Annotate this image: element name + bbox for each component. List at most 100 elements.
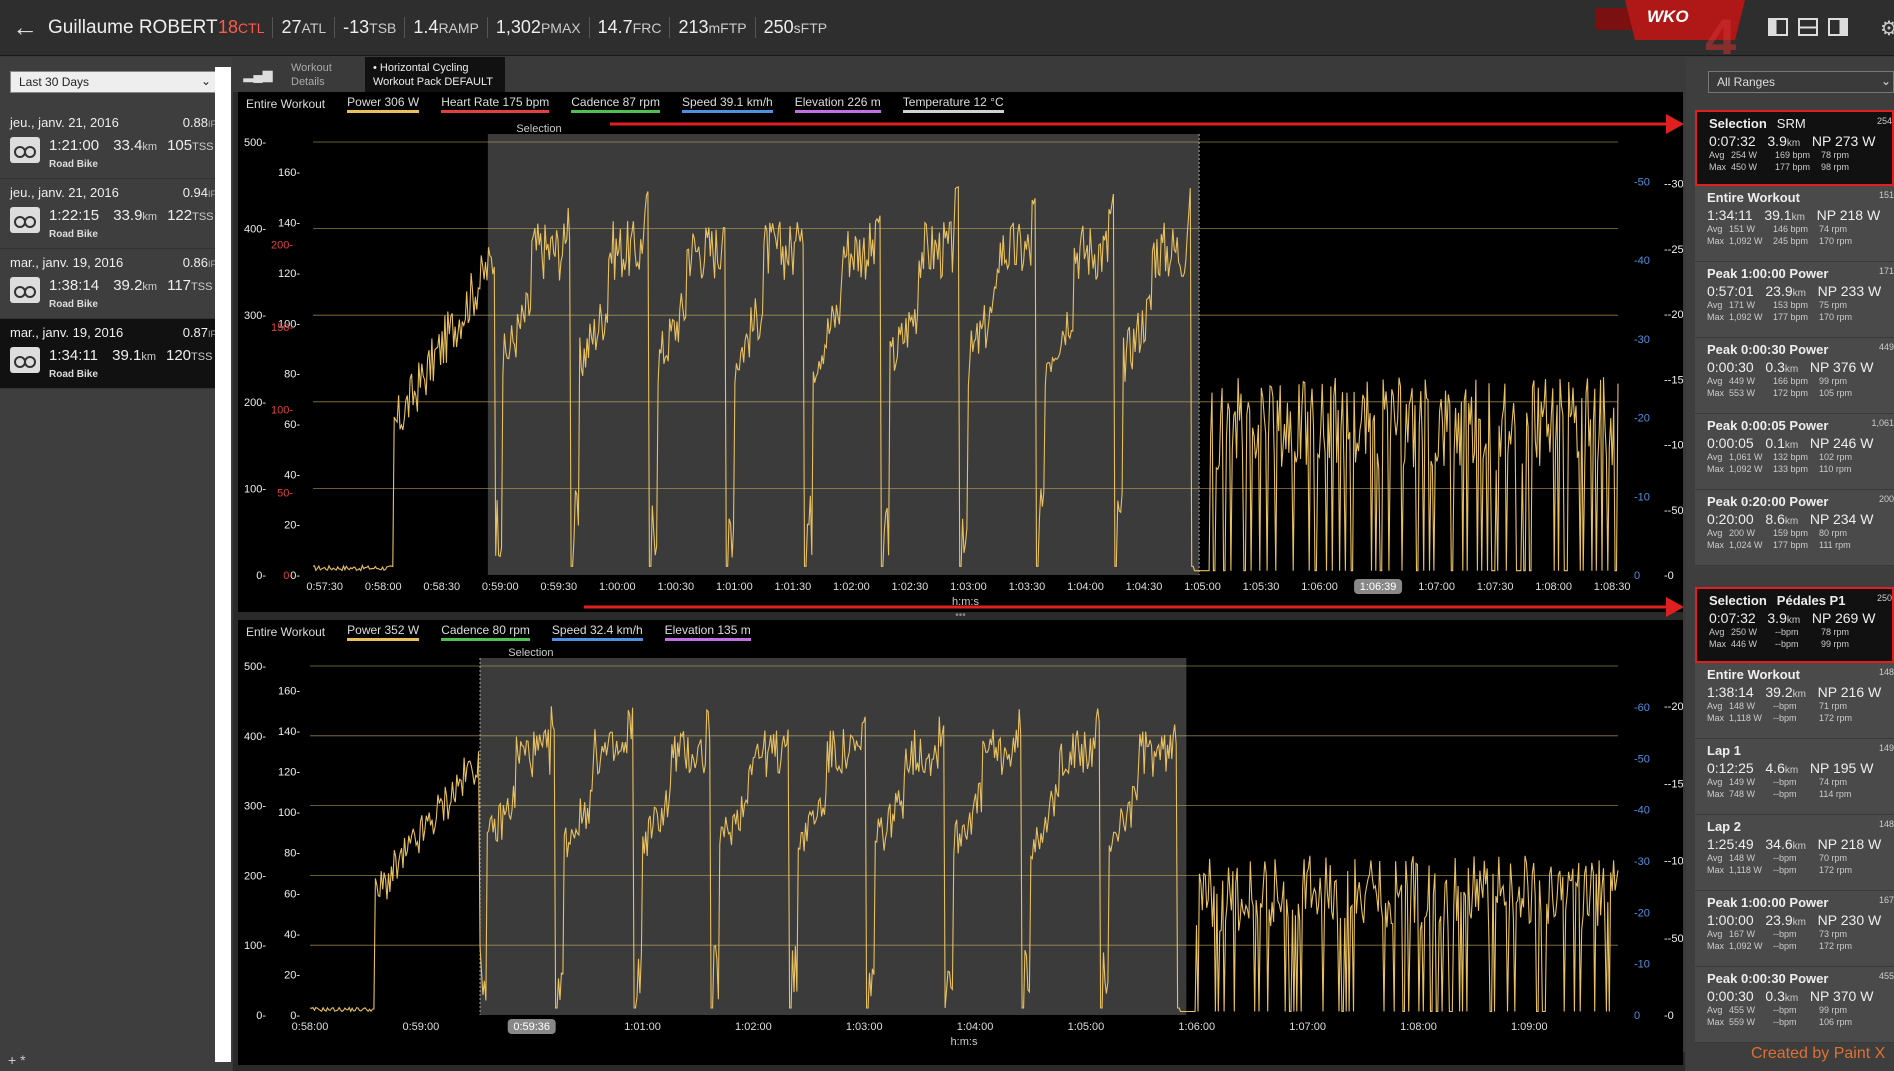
athlete-name[interactable]: Guillaume ROBERT xyxy=(48,17,218,39)
selection-region xyxy=(480,658,1187,1015)
range-card-max: Max 1,092 W --bpm 172 rpm xyxy=(1707,941,1853,951)
range-card[interactable]: Lap 1 149 0:12:25 4.6km NP 195 W Avg 149 W --… xyxy=(1695,739,1894,815)
legend-item[interactable]: Power 306 W xyxy=(347,95,420,113)
x-tick: 1:03:00 xyxy=(950,581,987,593)
range-card[interactable]: Peak 1:00:00 Power 171 0:57:01 23.9km NP 2… xyxy=(1695,262,1894,338)
cadence-tick: 60- xyxy=(284,419,300,431)
cadence-tick: 160- xyxy=(278,685,300,697)
range-card-max: Max 1,024 W 177 bpm 111 rpm xyxy=(1707,540,1851,550)
hr-tick: 150- xyxy=(271,322,293,334)
metric-ramp[interactable]: 1.4RAMP xyxy=(405,17,488,38)
range-card[interactable]: Peak 0:20:00 Power 200 0:20:00 8.6km NP 23… xyxy=(1695,490,1894,566)
legend-item[interactable]: Heart Rate 175 bpm xyxy=(441,95,550,113)
x-tick: 1:08:00 xyxy=(1535,581,1572,593)
power-tick: 0- xyxy=(256,570,266,582)
range-card[interactable]: Peak 1:00:00 Power 167 1:00:00 23.9km NP 2… xyxy=(1695,891,1894,967)
elevation-tick: --100 xyxy=(1664,440,1683,452)
selection-label: Selection xyxy=(508,647,553,659)
range-card-max: Max 450 W 177 bpm 98 rpm xyxy=(1709,162,1850,172)
legend-item[interactable]: Elevation 226 m xyxy=(794,95,881,113)
selection-region xyxy=(487,134,1200,575)
workout-list-item[interactable]: mar., janv. 19, 2016 0.87IF 1:34:11 39.1km… xyxy=(0,319,216,389)
metric-atl[interactable]: 27ATL xyxy=(273,17,336,38)
tab-horizontal-cycling[interactable]: • Horizontal Cycling Workout Pack DEFAUL… xyxy=(365,57,505,92)
legend-entire-workout[interactable]: Entire Workout xyxy=(246,625,325,640)
gear-icon[interactable]: ⚙ xyxy=(1880,16,1894,41)
legend-item[interactable]: Speed 32.4 km/h xyxy=(551,623,643,641)
range-card-tss: 171 xyxy=(1878,266,1894,276)
legend-item[interactable]: Cadence 80 rpm xyxy=(441,623,530,641)
range-card-title: Peak 0:00:30 Power xyxy=(1707,971,1829,986)
legend-item[interactable]: Temperature 12 °C xyxy=(902,95,1004,113)
power-tick: 400- xyxy=(244,731,266,743)
x-tick: 1:01:30 xyxy=(775,581,812,593)
metric-sftp[interactable]: 250sFTP xyxy=(756,17,836,38)
range-card[interactable]: Lap 2 148 1:25:49 34.6km NP 218 W Avg 148 W-… xyxy=(1695,815,1894,891)
range-card[interactable]: Peak 0:00:30 Power 455 0:00:30 0.3km NP 37… xyxy=(1695,967,1894,1043)
chart-bars-icon[interactable]: ▂▄▆ xyxy=(233,57,283,92)
ranges-select[interactable]: All Ranges ⌄ xyxy=(1708,71,1894,93)
range-card-summary: 0:00:30 0.3km NP 376 W xyxy=(1707,359,1874,375)
range-card-tss: 149 xyxy=(1878,743,1894,753)
range-card-summary: 0:20:00 8.6km NP 234 W xyxy=(1707,511,1874,527)
range-card-max: Max 1,092 W 133 bpm 110 rpm xyxy=(1707,464,1852,474)
ranges-panel: All Ranges ⌄ Selection SRM 254 0:07:32 3.9km… xyxy=(1686,57,1894,1071)
x-tick: 1:07:00 xyxy=(1418,581,1455,593)
x-tick: 0:58:00 xyxy=(292,1021,329,1033)
workout-list-item[interactable]: jeu., janv. 21, 2016 0.94IF 1:22:15 33.9km… xyxy=(0,179,216,249)
x-tick: 1:01:00 xyxy=(624,1021,661,1033)
metric-ctl[interactable]: 18CTL xyxy=(210,17,274,38)
metric-mftp[interactable]: 213mFTP xyxy=(670,17,756,38)
legend-item[interactable]: Elevation 135 m xyxy=(664,623,751,641)
range-card-summary: 0:12:25 4.6km NP 195 W xyxy=(1707,760,1874,776)
sidebar-scrollbar[interactable] xyxy=(215,67,231,1062)
metric-value: 1.4 xyxy=(413,17,439,37)
speed-tick: -50 xyxy=(1634,753,1650,765)
selection-label: Selection xyxy=(516,123,561,135)
workout-list-item[interactable]: jeu., janv. 21, 2016 0.88IF 1:21:00 33.4km… xyxy=(0,109,216,179)
range-card[interactable]: Peak 0:00:30 Power 449 0:00:30 0.3km NP 37… xyxy=(1695,338,1894,414)
chart-svg: Selection 0- 100- 200- 300- 400- 500- 0 -20 -40 -6… xyxy=(244,647,1683,1048)
x-tick: 1:03:30 xyxy=(1009,581,1046,593)
layout-middle-icon[interactable] xyxy=(1798,18,1818,36)
power-tick: 300- xyxy=(244,310,266,322)
cadence-tick: 20- xyxy=(284,520,300,532)
tab-workout-details[interactable]: Workout Details xyxy=(283,57,365,92)
workout-sidebar: Last 30 Days ⌄ jeu., janv. 21, 2016 0.88IF… xyxy=(0,57,232,1071)
range-card[interactable]: Selection SRM 254 0:07:32 3.9km NP 273 W Avg… xyxy=(1695,110,1894,186)
range-card-title: Entire Workout xyxy=(1707,667,1800,682)
workout-stats: 1:22:15 33.9km 122TSS xyxy=(49,207,214,224)
legend-item[interactable]: Power 352 W xyxy=(347,623,420,641)
range-card-avg: Avg 254 W 169 bpm 78 rpm xyxy=(1709,150,1850,160)
back-arrow-icon[interactable]: ← xyxy=(12,14,38,40)
metric-frc[interactable]: 14.7FRC xyxy=(590,17,671,38)
metric-tsb[interactable]: -13TSB xyxy=(335,17,406,38)
range-card-tss: 250 xyxy=(1876,593,1892,603)
range-card[interactable]: Peak 0:00:05 Power 1,061 0:00:05 0.1km NP … xyxy=(1695,414,1894,490)
fitness-metrics: 18CTL 27ATL -13TSB 1.4RAMP 1,302PMAX 14.7FRC 2… xyxy=(210,17,835,38)
range-card-avg: Avg 250 W --bpm 78 rpm xyxy=(1709,627,1850,637)
legend-item[interactable]: Speed 39.1 km/h xyxy=(681,95,773,113)
legend-item[interactable]: Cadence 87 rpm xyxy=(571,95,660,113)
date-range-select[interactable]: Last 30 Days ⌄ xyxy=(10,71,218,93)
chart-panel-top[interactable]: Selection 0- 100- 200- 300- 400- 500- 0- 20- 40- 6… xyxy=(238,92,1683,612)
layout-left-icon[interactable] xyxy=(1768,18,1788,36)
range-card-summary: 1:34:11 39.1km NP 218 W xyxy=(1707,207,1881,223)
workout-date: jeu., janv. 21, 2016 xyxy=(10,115,119,130)
layout-right-icon[interactable] xyxy=(1828,18,1848,36)
chart-panel-bottom[interactable]: Selection 0- 100- 200- 300- 400- 500- 0 - 20 - 40 - 6… xyxy=(238,620,1683,1065)
range-card-max: Max 1,092 W 245 bpm 170 rpm xyxy=(1707,236,1853,246)
layout-buttons xyxy=(1768,18,1848,36)
sidebar-footer[interactable]: + * xyxy=(8,1052,26,1068)
range-card[interactable]: Entire Workout 151 1:34:11 39.1km NP 218 W… xyxy=(1695,186,1894,262)
range-card[interactable]: Selection Pédales P1 250 0:07:32 3.9km NP 2… xyxy=(1695,587,1894,663)
workout-type: Road Bike xyxy=(49,369,98,380)
range-card-title: Lap 1 xyxy=(1707,743,1741,758)
workout-list-item[interactable]: mar., janv. 19, 2016 0.86IF 1:38:14 39.2km… xyxy=(0,249,216,319)
range-card-avg: Avg 151 W 146 bpm 74 rpm xyxy=(1707,224,1848,234)
metric-pmax[interactable]: 1,302PMAX xyxy=(488,17,590,38)
workout-list: jeu., janv. 21, 2016 0.88IF 1:21:00 33.4km… xyxy=(0,109,216,389)
legend-entire-workout[interactable]: Entire Workout xyxy=(246,97,325,112)
chart-splitter[interactable]: ••• xyxy=(238,611,1683,621)
range-card[interactable]: Entire Workout 148 1:38:14 39.2km NP 216 W… xyxy=(1695,663,1894,739)
